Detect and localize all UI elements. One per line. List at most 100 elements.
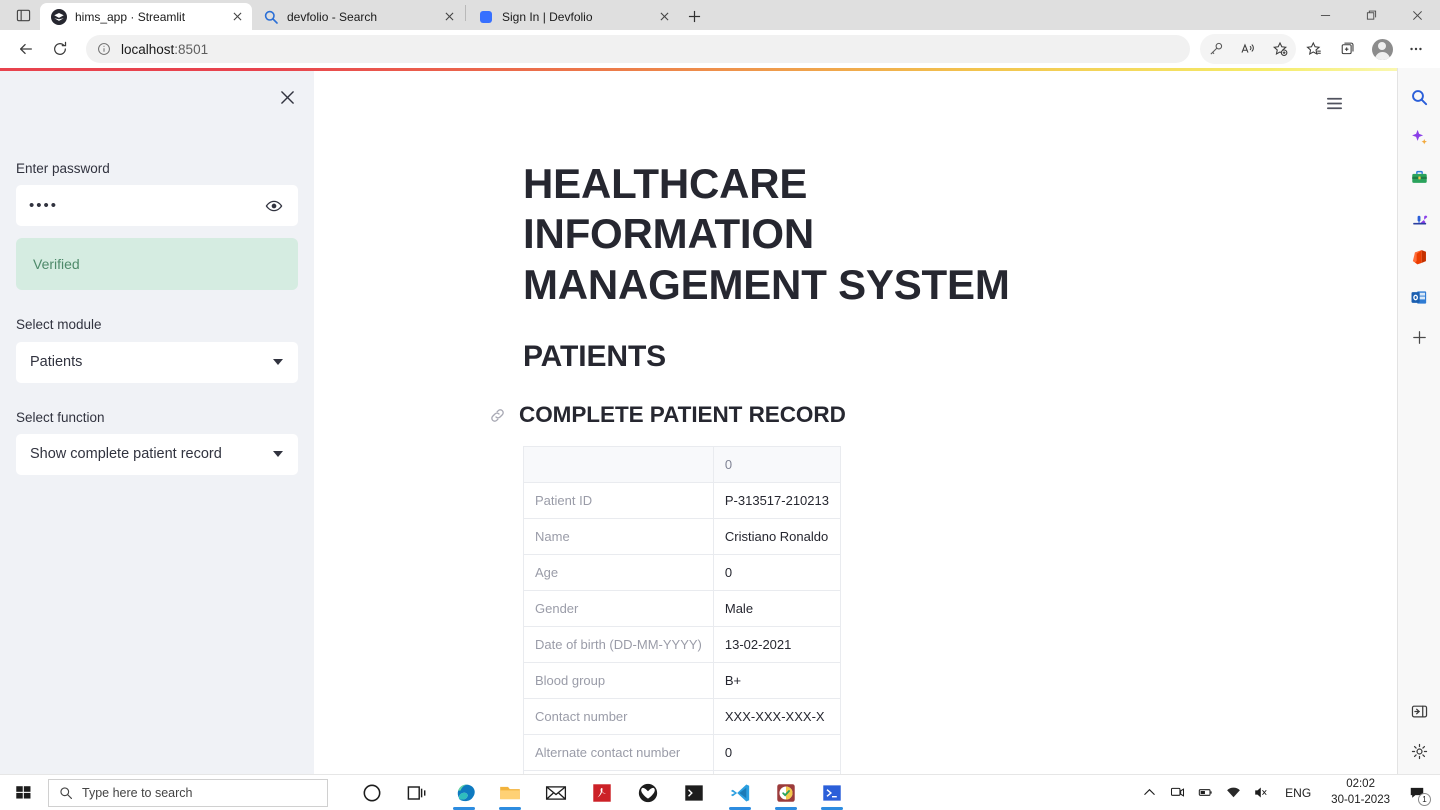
password-input[interactable]: •••• (16, 185, 298, 227)
sidebar-toggle-icon[interactable] (1403, 694, 1435, 728)
back-arrow-icon[interactable] (10, 33, 42, 65)
wifi-icon[interactable] (1219, 775, 1247, 810)
tab-actions-icon[interactable] (6, 0, 40, 30)
browser-tab-1[interactable]: devfolio - Search (252, 3, 464, 30)
language-indicator[interactable]: ENG (1275, 786, 1321, 800)
table-header-col-0: 0 (712, 446, 841, 484)
cortana-icon[interactable] (350, 775, 394, 810)
screen-cast-icon[interactable] (1163, 775, 1191, 810)
reload-icon[interactable] (44, 33, 76, 65)
page-viewport: Enter password •••• Verified Select modu… (0, 68, 1440, 774)
chevron-down-icon (273, 359, 283, 365)
search-icon (59, 786, 73, 800)
row-value: 0 (712, 554, 841, 592)
chevron-up-icon[interactable] (1135, 775, 1163, 810)
copilot-icon[interactable] (1403, 120, 1435, 154)
row-value: P-313517-210213 (712, 482, 841, 520)
outlook-icon[interactable] (1403, 280, 1435, 314)
table-body: Patient ID P-313517-210213 Name Cristian… (523, 482, 841, 774)
add-favorite-icon[interactable] (1264, 33, 1296, 65)
windows-start-icon[interactable] (0, 775, 46, 810)
clock[interactable]: 02:02 30-01-2023 (1321, 777, 1400, 808)
table-row: Age 0 (523, 554, 841, 592)
table-row: Alternate contact number 0 (523, 734, 841, 772)
row-value: 0 (712, 734, 841, 772)
battery-icon[interactable] (1191, 775, 1219, 810)
app-sidebar: Enter password •••• Verified Select modu… (0, 71, 314, 774)
close-icon[interactable] (1394, 0, 1440, 30)
row-value: Cristiano Ronaldo (712, 518, 841, 556)
sidebar-content: Enter password •••• Verified Select modu… (0, 71, 314, 475)
powershell-icon[interactable] (810, 775, 854, 810)
devfolio-icon (478, 9, 494, 25)
close-icon[interactable] (655, 8, 673, 26)
address-text: localhost:8501 (121, 41, 209, 57)
key-icon[interactable] (1200, 33, 1232, 65)
xbox-icon[interactable] (626, 775, 670, 810)
table-row: Blood group B+ (523, 662, 841, 700)
browser-toolbar: localhost:8501 (0, 30, 1440, 68)
new-tab-button[interactable] (679, 2, 709, 30)
address-bar[interactable]: localhost:8501 (86, 35, 1190, 63)
read-aloud-icon[interactable] (1232, 33, 1264, 65)
table-row: Patient ID P-313517-210213 (523, 482, 841, 520)
taskbar-search-input[interactable]: Type here to search (48, 778, 328, 807)
row-label: Date of birth (DD-MM-YYYY) (523, 626, 714, 664)
file-explorer-icon[interactable] (488, 775, 532, 810)
close-icon[interactable] (440, 8, 458, 26)
row-label: Contact number (523, 698, 714, 736)
browser-tab-0[interactable]: hims_app · Streamlit (40, 3, 252, 30)
restore-icon[interactable] (1348, 0, 1394, 30)
browser-titlebar: hims_app · Streamlit devfolio - Search S… (0, 0, 1440, 30)
system-tray: ENG 02:02 30-01-2023 1 (1135, 775, 1440, 810)
minimize-icon[interactable] (1302, 0, 1348, 30)
module-select[interactable]: Patients (16, 341, 298, 383)
task-view-icon[interactable] (396, 775, 440, 810)
profile-avatar[interactable] (1366, 33, 1398, 65)
subsection-heading-row: COMPLETE PATIENT RECORD (487, 402, 1074, 428)
row-value: B+ (712, 662, 841, 700)
table-header-index (523, 446, 714, 484)
row-value: XXX-XXX-XXX-X (712, 698, 841, 736)
add-sidebar-app-icon[interactable] (1403, 320, 1435, 354)
sidebar-close-button[interactable] (273, 83, 301, 111)
module-label: Select module (16, 317, 102, 333)
close-icon[interactable] (228, 8, 246, 26)
settings-and-more-icon[interactable] (1400, 33, 1432, 65)
module-selected-value: Patients (30, 354, 83, 370)
terminal-icon[interactable] (672, 775, 716, 810)
browser-tab-2[interactable]: Sign In | Devfolio (467, 3, 679, 30)
streamlit-decoration-bar (0, 68, 1440, 71)
action-center-icon[interactable]: 1 (1400, 775, 1434, 810)
table-row: Date of birth (DD-MM-YYYY) 13-02-2021 (523, 626, 841, 664)
mail-icon[interactable] (534, 775, 578, 810)
search-icon[interactable] (1403, 80, 1435, 114)
hamburger-menu-icon[interactable] (1319, 88, 1349, 118)
spyder-icon[interactable] (764, 775, 808, 810)
windows-taskbar: Type here to search ENG 02:02 30-01-2023… (0, 774, 1440, 810)
table-row: Name Cristiano Ronaldo (523, 518, 841, 556)
office-icon[interactable] (1403, 240, 1435, 274)
browser-window: hims_app · Streamlit devfolio - Search S… (0, 0, 1440, 810)
sidebar-settings-icon[interactable] (1403, 734, 1435, 768)
row-value: Male (712, 590, 841, 628)
toolbar-actions (1200, 33, 1432, 65)
streamlit-icon (51, 8, 67, 25)
microsoft-edge-icon[interactable] (442, 775, 486, 810)
tools-icon[interactable] (1403, 160, 1435, 194)
favorites-icon[interactable] (1298, 33, 1330, 65)
row-label: Gender (523, 590, 714, 628)
row-label: Alternate contact number (523, 734, 714, 772)
function-select[interactable]: Show complete patient record (16, 433, 298, 475)
vs-code-icon[interactable] (718, 775, 762, 810)
collections-icon[interactable] (1332, 33, 1364, 65)
volume-muted-icon[interactable] (1247, 775, 1275, 810)
eye-icon[interactable] (263, 195, 285, 217)
function-label: Select function (16, 409, 105, 425)
adobe-acrobat-icon[interactable] (580, 775, 624, 810)
info-icon[interactable] (96, 41, 112, 57)
taskbar-app-buttons (350, 775, 854, 810)
link-icon[interactable] (487, 405, 507, 425)
app-main: HEALTHCARE INFORMATION MANAGEMENT SYSTEM… (314, 71, 1397, 774)
games-icon[interactable] (1403, 200, 1435, 234)
